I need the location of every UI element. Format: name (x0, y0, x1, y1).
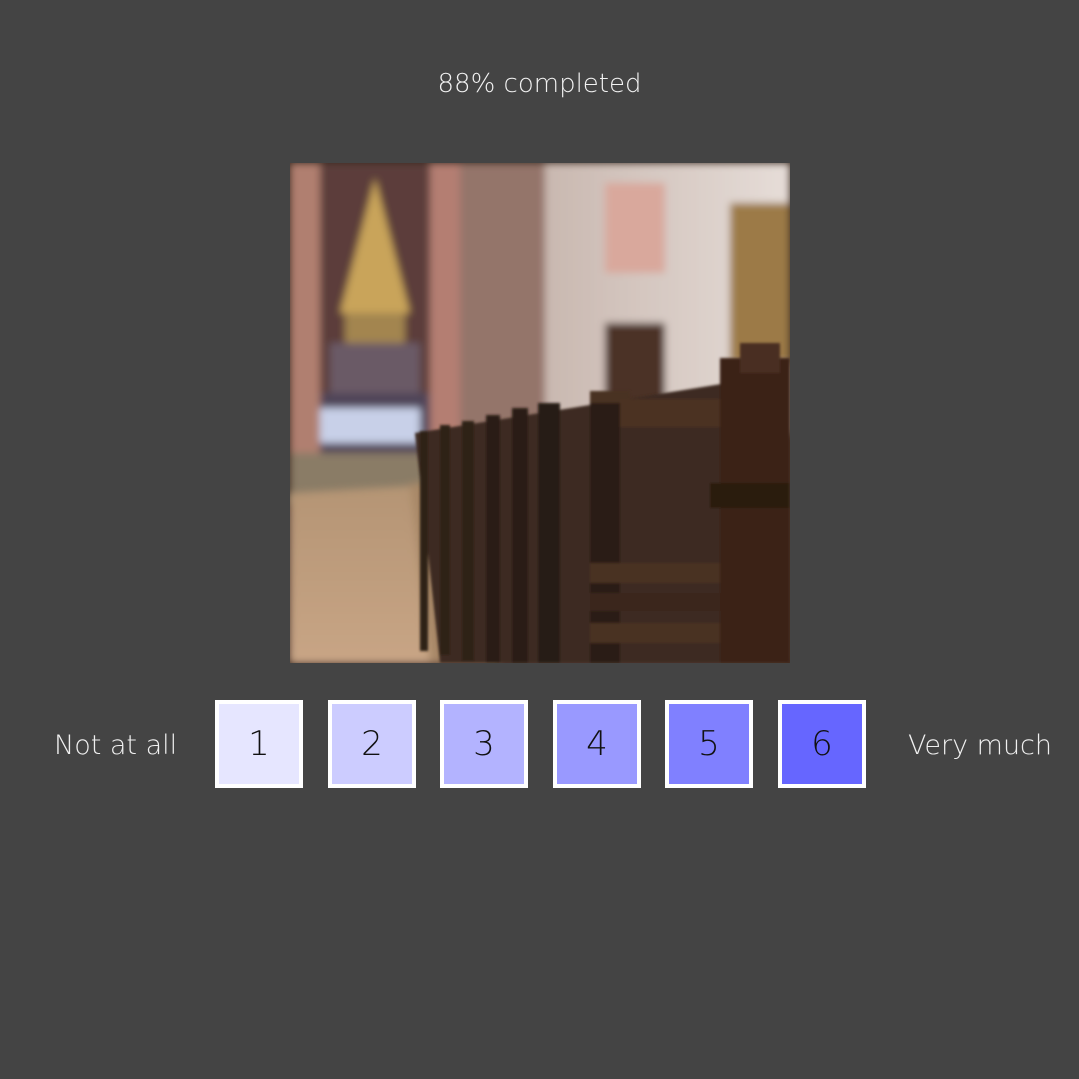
rating-button-2[interactable]: 2 (328, 700, 416, 788)
rating-button-4[interactable]: 4 (553, 700, 641, 788)
rating-button-5[interactable]: 5 (665, 700, 753, 788)
rating-button-6[interactable]: 6 (778, 700, 866, 788)
scale-max-label: Very much (908, 730, 1053, 761)
rating-button-1[interactable]: 1 (215, 700, 303, 788)
church-interior-photo (290, 163, 790, 663)
stimulus-image (290, 163, 790, 663)
rating-button-3[interactable]: 3 (440, 700, 528, 788)
scale-min-label: Not at all (54, 730, 178, 761)
progress-text: 88% completed (437, 69, 642, 99)
